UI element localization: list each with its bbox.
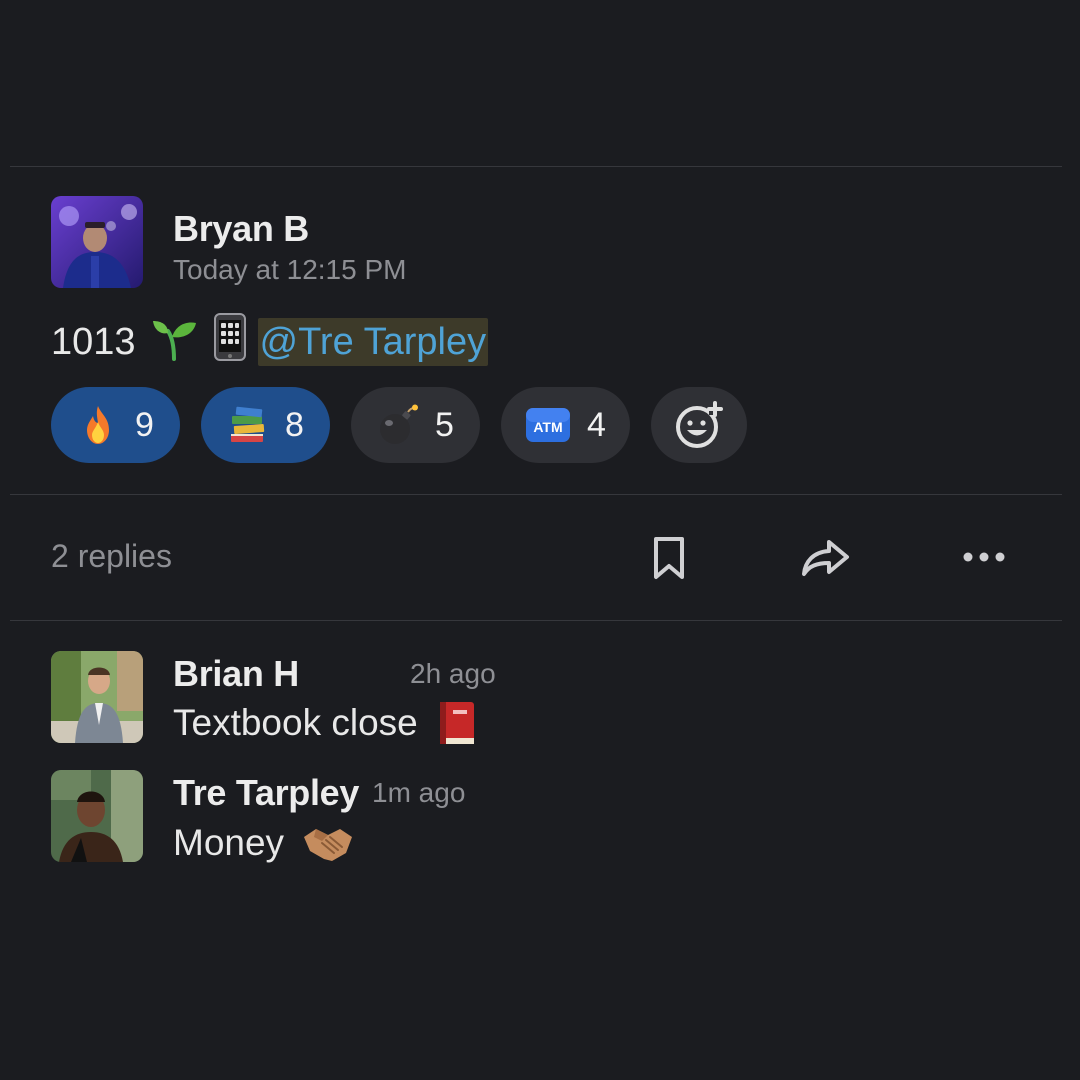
reaction-count: 8 [285, 405, 304, 444]
avatar-bryan[interactable] [51, 196, 143, 288]
reaction-atm[interactable]: ATM 4 [501, 387, 630, 463]
reactions-bar: 9 8 5 ATM 4 [51, 387, 747, 463]
avatar-brian[interactable] [51, 651, 143, 743]
footer-divider [10, 620, 1062, 621]
reply-text: Money [173, 822, 285, 863]
reply-time: 1m ago [372, 777, 466, 808]
mention-link[interactable]: @Tre Tarpley [257, 318, 489, 366]
reaction-count: 4 [587, 405, 606, 444]
reply-author[interactable]: Tre Tarpley [173, 772, 359, 814]
reaction-count: 9 [135, 405, 154, 444]
avatar-tre[interactable] [51, 770, 143, 862]
message-author[interactable]: Bryan B [173, 208, 309, 250]
avatar-image [51, 196, 143, 288]
mobile-phone-icon [213, 313, 246, 371]
atm-icon-label: ATM [533, 419, 562, 435]
avatar-image [51, 651, 143, 743]
reaction-fire[interactable]: 9 [51, 387, 180, 463]
share-icon[interactable] [801, 538, 851, 578]
bomb-icon [380, 404, 419, 444]
message-text-value: 1013 [51, 320, 136, 363]
reply-body: Textbook close [173, 700, 476, 746]
reaction-books[interactable]: 8 [201, 387, 330, 463]
replies-count[interactable]: 2 replies [51, 538, 172, 575]
reactions-divider [10, 494, 1062, 495]
atm-icon: ATM [526, 408, 571, 442]
books-icon [231, 406, 265, 442]
add-reaction-button[interactable] [651, 387, 747, 463]
avatar-image [51, 770, 143, 862]
top-divider [10, 166, 1062, 167]
fire-icon [87, 406, 110, 444]
bookmark-icon[interactable] [652, 536, 686, 580]
message-text: 1013 @Tre Tarpley [51, 313, 489, 366]
more-icon[interactable] [960, 549, 1008, 565]
seedling-icon [150, 313, 198, 371]
handshake-icon [304, 829, 353, 861]
reply-time: 2h ago [410, 658, 496, 689]
reply-body: Money [173, 820, 354, 866]
reaction-bomb[interactable]: 5 [351, 387, 480, 463]
message-timestamp: Today at 12:15 PM [173, 254, 407, 285]
reaction-count: 5 [435, 405, 454, 444]
reply-text: Textbook close [173, 702, 418, 743]
closed-book-icon [439, 702, 474, 744]
add-reaction-icon [676, 401, 723, 448]
reply-author[interactable]: Brian H [173, 653, 303, 695]
